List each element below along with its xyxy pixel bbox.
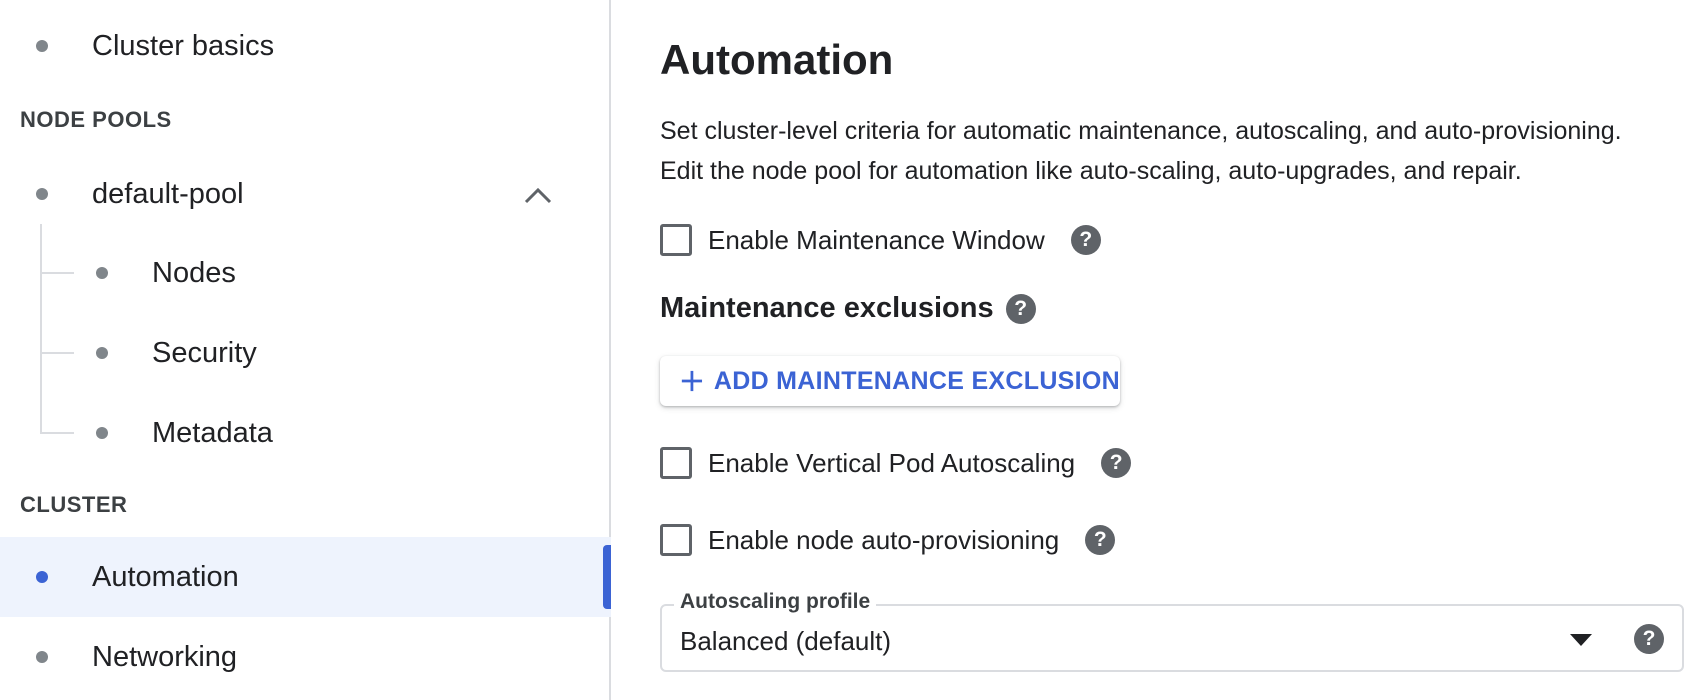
node-auto-provisioning-checkbox[interactable] xyxy=(660,524,692,556)
help-icon[interactable]: ? xyxy=(1101,448,1132,478)
sidebar-item-label: Networking xyxy=(92,640,238,673)
help-icon[interactable]: ? xyxy=(1634,624,1664,654)
maintenance-exclusions-title: Maintenance exclusions xyxy=(660,292,994,324)
bullet-icon xyxy=(96,347,108,359)
autoscaling-profile-select[interactable]: Autoscaling profile Balanced (default) ? xyxy=(660,590,1684,672)
maintenance-window-checkbox[interactable] xyxy=(660,224,692,256)
maintenance-exclusions-heading: Maintenance exclusions ? xyxy=(660,292,1036,325)
vertical-pod-autoscaling-row: Enable Vertical Pod Autoscaling ? xyxy=(660,447,1132,479)
description-line: Edit the node pool for automation like a… xyxy=(660,157,1522,185)
node-auto-provisioning-label: Enable node auto-provisioning xyxy=(708,524,1060,555)
sidebar-item-metadata[interactable]: Metadata xyxy=(0,393,611,473)
add-maintenance-exclusion-label: ADD MAINTENANCE EXCLUSION xyxy=(713,366,1120,395)
help-icon[interactable]: ? xyxy=(1085,525,1116,555)
sidebar-nav: Cluster basics NODE POOLS default-pool N… xyxy=(0,0,611,700)
sidebar-item-label: Metadata xyxy=(152,416,273,449)
main-content: Automation Set cluster-level criteria fo… xyxy=(660,0,1690,700)
active-indicator xyxy=(603,545,611,609)
bullet-icon xyxy=(96,267,108,279)
autoscaling-profile-value: Balanced (default) xyxy=(680,626,892,656)
page-title: Automation xyxy=(660,36,894,83)
add-maintenance-exclusion-button[interactable]: ADD MAINTENANCE EXCLUSION xyxy=(660,356,1120,406)
sidebar-item-label: Cluster basics xyxy=(92,29,275,62)
bullet-icon xyxy=(36,188,48,200)
sidebar-item-label: Automation xyxy=(92,560,239,593)
sidebar-item-label: default-pool xyxy=(92,177,244,210)
description-line: Set cluster-level criteria for automatic… xyxy=(660,117,1622,145)
node-auto-provisioning-row: Enable node auto-provisioning ? xyxy=(660,524,1116,556)
sidebar-item-automation[interactable]: Automation xyxy=(0,537,611,617)
autoscaling-profile-label: Autoscaling profile xyxy=(674,590,877,614)
sidebar-item-networking[interactable]: Networking xyxy=(0,617,611,697)
sidebar-item-default-pool[interactable]: default-pool xyxy=(0,154,611,234)
arrow-drop-down-icon[interactable] xyxy=(1568,632,1594,648)
sidebar-item-cluster-basics[interactable]: Cluster basics xyxy=(0,6,611,86)
help-icon[interactable]: ? xyxy=(1005,293,1036,324)
help-icon[interactable]: ? xyxy=(1070,225,1101,255)
vertical-pod-autoscaling-label: Enable Vertical Pod Autoscaling xyxy=(708,447,1076,478)
maintenance-window-label: Enable Maintenance Window xyxy=(708,224,1045,255)
bullet-icon xyxy=(36,571,48,583)
sidebar-item-security[interactable]: Security xyxy=(0,313,611,393)
vertical-pod-autoscaling-checkbox[interactable] xyxy=(660,447,692,479)
sidebar-item-label: Nodes xyxy=(152,256,236,289)
bullet-icon xyxy=(36,651,48,663)
sidebar-item-label: Security xyxy=(152,336,257,369)
section-header-node-pools: NODE POOLS xyxy=(20,107,172,132)
maintenance-window-row: Enable Maintenance Window ? xyxy=(660,224,1101,256)
chevron-up-icon[interactable] xyxy=(522,180,554,212)
plus-icon xyxy=(681,370,703,392)
bullet-icon xyxy=(96,427,108,439)
section-header-cluster: CLUSTER xyxy=(20,492,128,517)
bullet-icon xyxy=(36,40,48,52)
sidebar-item-nodes[interactable]: Nodes xyxy=(0,233,611,313)
